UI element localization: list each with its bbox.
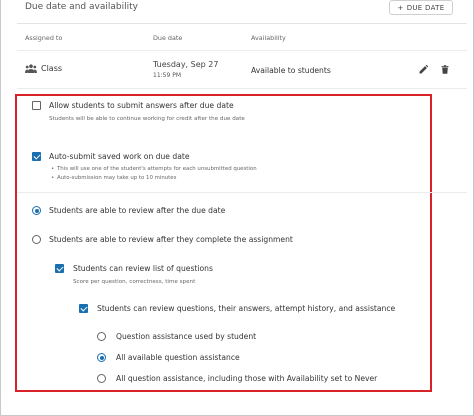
assistance-all-available-radio[interactable]	[97, 353, 106, 362]
auto-submit-note: Auto-submission may take up to 10 minute…	[51, 175, 176, 181]
add-due-date-button[interactable]: + DUE DATE	[389, 0, 453, 15]
auto-submit-checkbox[interactable]	[32, 152, 41, 161]
review-after-complete-radio[interactable]	[32, 235, 41, 244]
edit-icon[interactable]	[419, 65, 428, 74]
review-questions-label: Students can review questions, their ans…	[97, 304, 396, 313]
auto-submit-note: This will use one of the student's attem…	[51, 166, 257, 172]
allow-late-checkbox[interactable]	[32, 101, 41, 110]
review-questions-checkbox[interactable]	[79, 304, 88, 313]
review-after-due-label: Students are able to review after the du…	[49, 206, 226, 215]
due-time-value: 11:59 PM	[153, 72, 181, 79]
section-title: Due date and availability	[25, 2, 138, 12]
assistance-all-available-label: All available question assistance	[116, 353, 240, 362]
review-list-label: Students can review list of questions	[73, 264, 213, 273]
assistance-including-never-label: All question assistance, including those…	[116, 374, 378, 383]
review-after-due-radio[interactable]	[32, 206, 41, 215]
divider	[17, 88, 467, 89]
divider	[17, 192, 467, 193]
allow-late-label: Allow students to submit answers after d…	[49, 101, 234, 110]
column-header-assigned: Assigned to	[25, 34, 63, 42]
divider	[17, 23, 467, 24]
review-after-complete-label: Students are able to review after they c…	[49, 235, 293, 244]
column-header-due-date: Due date	[153, 34, 183, 42]
availability-value: Available to students	[251, 66, 331, 75]
plus-icon: +	[397, 3, 404, 12]
delete-icon[interactable]	[441, 65, 449, 74]
auto-submit-label: Auto-submit saved work on due date	[49, 152, 190, 161]
review-list-description: Score per question, correctness, time sp…	[73, 279, 196, 285]
assigned-to-value: Class	[41, 64, 63, 73]
divider	[17, 50, 467, 51]
column-header-availability: Availability	[251, 34, 286, 42]
due-date-panel: Due date and availability + DUE DATE Ass…	[0, 0, 474, 416]
assistance-used-label: Question assistance used by student	[116, 332, 257, 341]
assistance-including-never-radio[interactable]	[97, 374, 106, 383]
allow-late-description: Students will be able to continue workin…	[49, 116, 245, 122]
due-date-value: Tuesday, Sep 27	[153, 60, 219, 69]
review-list-checkbox[interactable]	[55, 264, 64, 273]
add-due-date-label: DUE DATE	[406, 3, 445, 12]
assistance-used-radio[interactable]	[97, 332, 106, 341]
group-icon	[25, 64, 37, 73]
